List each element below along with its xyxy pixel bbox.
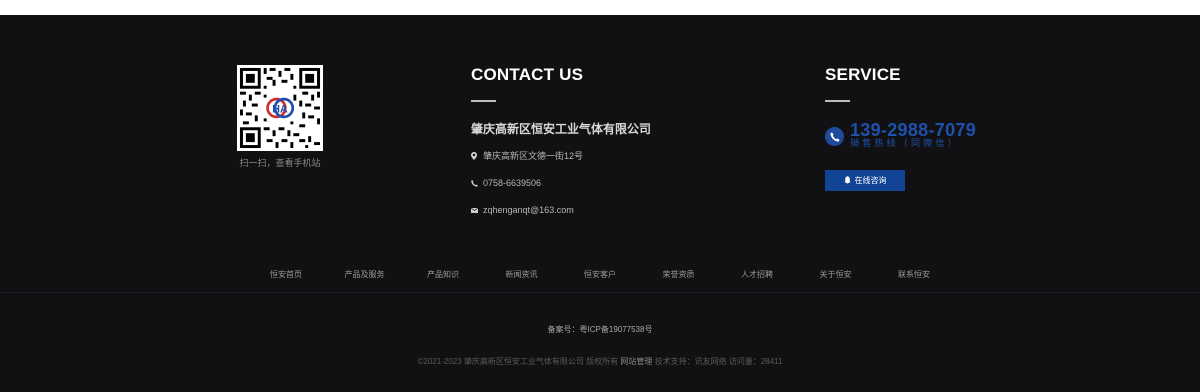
nav-link-home[interactable]: 恒安首页: [247, 269, 325, 280]
nav-link-products[interactable]: 产品及服务: [326, 269, 404, 280]
email-row: zqhenganqt@163.com: [471, 204, 771, 216]
company-name: 肇庆高新区恒安工业气体有限公司: [471, 122, 652, 136]
contact-column: CONTACT US 肇庆高新区恒安工业气体有限公司 肇庆高新区文德一街12号 …: [471, 65, 771, 216]
nav-link-knowledge[interactable]: 产品知识: [404, 269, 482, 280]
qr-code-icon: HA: [237, 65, 323, 151]
nav-link-clients[interactable]: 恒安客户: [561, 269, 639, 280]
phone-circle-icon: [825, 127, 844, 146]
nav-link-careers[interactable]: 人才招聘: [718, 269, 796, 280]
tech-support-text: 技术支持：讯友网络 访问量：28411: [654, 357, 783, 366]
qr-block: HA 扫一扫，查看手机站: [237, 65, 323, 169]
contact-title: CONTACT US: [471, 65, 584, 84]
copyright-text: ©2021-2023 肇庆高新区恒安工业气体有限公司 版权所有: [417, 357, 619, 366]
hotline: 139-2988-7079 销售热线（同微信）: [825, 121, 1085, 149]
hotline-number[interactable]: 139-2988-7079: [850, 121, 976, 139]
admin-link[interactable]: 网站管理: [620, 357, 652, 366]
address-row: 肇庆高新区文德一街12号: [471, 150, 771, 162]
service-title: SERVICE: [825, 65, 901, 84]
hotline-label: 销售热线（同微信）: [850, 138, 960, 148]
nav-link-about[interactable]: 关于恒安: [797, 269, 875, 280]
site-footer: HA 扫一扫，查看手机站 CONTACT US 肇庆高新区恒安工业气体有限公司 …: [0, 15, 1200, 392]
nav-link-contact[interactable]: 联系恒安: [875, 269, 953, 280]
svg-text:HA: HA: [272, 103, 288, 115]
online-consult-label: 在线咨询: [854, 176, 887, 185]
qq-icon: [844, 175, 851, 186]
email-text[interactable]: zqhenganqt@163.com: [483, 204, 574, 216]
copyright-line: ©2021-2023 肇庆高新区恒安工业气体有限公司 版权所有 网站管理 技术支…: [0, 356, 1200, 367]
qr-code-image: HA: [237, 65, 323, 151]
nav-link-honors[interactable]: 荣誉资质: [640, 269, 718, 280]
mail-icon: [471, 207, 483, 213]
address-text: 肇庆高新区文德一街12号: [483, 151, 584, 161]
footer-nav: 恒安首页 产品及服务 产品知识 新闻资讯 恒安客户 荣誉资质 人才招聘 关于恒安…: [247, 269, 953, 280]
phone-text: 0758-6639506: [483, 178, 542, 188]
icp-record[interactable]: 备案号：粤ICP备19077538号: [0, 324, 1200, 335]
nav-link-news[interactable]: 新闻资讯: [483, 269, 561, 280]
phone-icon: [471, 179, 483, 187]
online-consult-button[interactable]: 在线咨询: [825, 170, 905, 191]
service-column: SERVICE 139-2988-7079 销售热线（同微信） 在线咨询: [825, 65, 1085, 191]
top-white-strip: [0, 0, 1200, 15]
hotline-text: 139-2988-7079 销售热线（同微信）: [850, 121, 976, 149]
qr-caption: 扫一扫，查看手机站: [239, 158, 321, 168]
service-title-underline: [825, 100, 850, 102]
phone-row: 0758-6639506: [471, 177, 771, 189]
contact-title-underline: [471, 100, 496, 102]
location-pin-icon: [471, 152, 483, 160]
footer-divider: [0, 292, 1200, 293]
